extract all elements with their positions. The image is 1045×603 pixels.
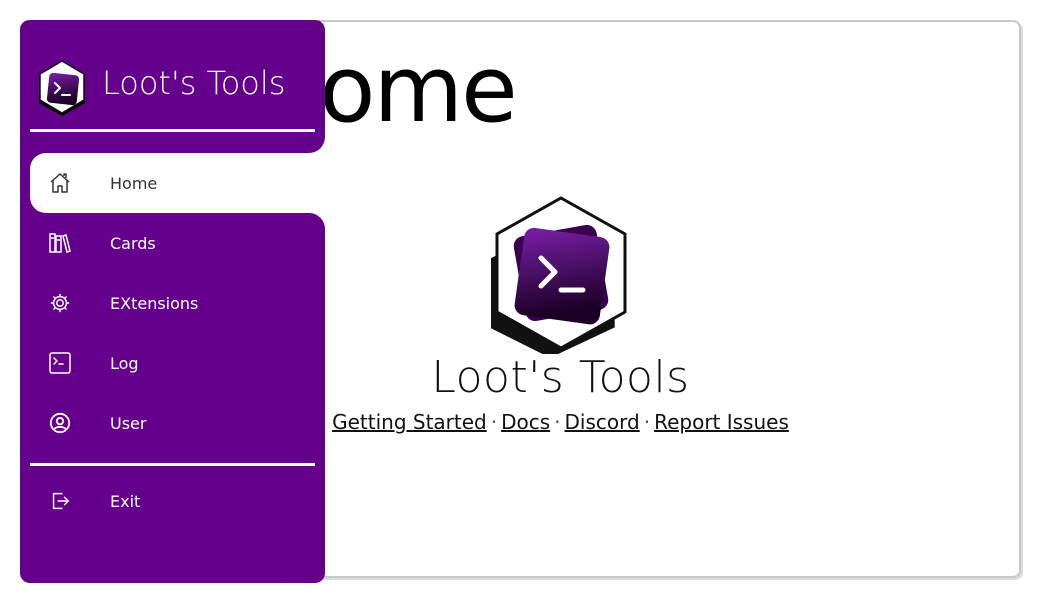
terminal-icon xyxy=(40,351,80,375)
sidebar-item-label: User xyxy=(110,413,147,433)
app-logo-icon xyxy=(491,196,627,354)
gear-icon xyxy=(40,292,80,314)
sidebar-item-label: Exit xyxy=(110,491,141,511)
link-separator: · xyxy=(643,410,651,434)
sidebar-divider xyxy=(30,463,315,466)
discord-link[interactable]: Discord xyxy=(565,410,640,434)
brand: Loot's Tools xyxy=(36,58,326,116)
link-separator: · xyxy=(490,410,498,434)
sidebar-item-label: Cards xyxy=(110,233,156,253)
active-tab-notch xyxy=(305,213,325,233)
user-circle-icon xyxy=(40,412,80,434)
brand-logo-icon xyxy=(39,60,85,116)
home-icon xyxy=(40,171,80,195)
sidebar-item-cards[interactable]: Cards xyxy=(30,213,325,273)
sidebar-item-home[interactable]: Home xyxy=(30,153,325,213)
sidebar-item-log[interactable]: Log xyxy=(30,333,325,393)
sidebar-item-exit[interactable]: Exit xyxy=(30,471,325,531)
getting-started-link[interactable]: Getting Started xyxy=(332,410,487,434)
library-icon xyxy=(40,231,80,255)
sidebar-item-label: EXtensions xyxy=(110,293,199,313)
active-tab-notch xyxy=(305,133,325,153)
report-issues-link[interactable]: Report Issues xyxy=(654,410,789,434)
sidebar-item-user[interactable]: User xyxy=(30,393,325,453)
sidebar: Loot's Tools Home Cards EXtensions Log U… xyxy=(20,20,325,583)
sidebar-divider xyxy=(30,129,315,132)
link-separator: · xyxy=(554,410,561,434)
sidebar-item-label: Home xyxy=(110,173,158,193)
sidebar-item-extensions[interactable]: EXtensions xyxy=(30,273,325,333)
brand-name: Loot's Tools xyxy=(102,64,286,102)
docs-link[interactable]: Docs xyxy=(501,410,550,434)
sidebar-item-label: Log xyxy=(110,353,139,373)
logout-icon xyxy=(40,490,80,512)
